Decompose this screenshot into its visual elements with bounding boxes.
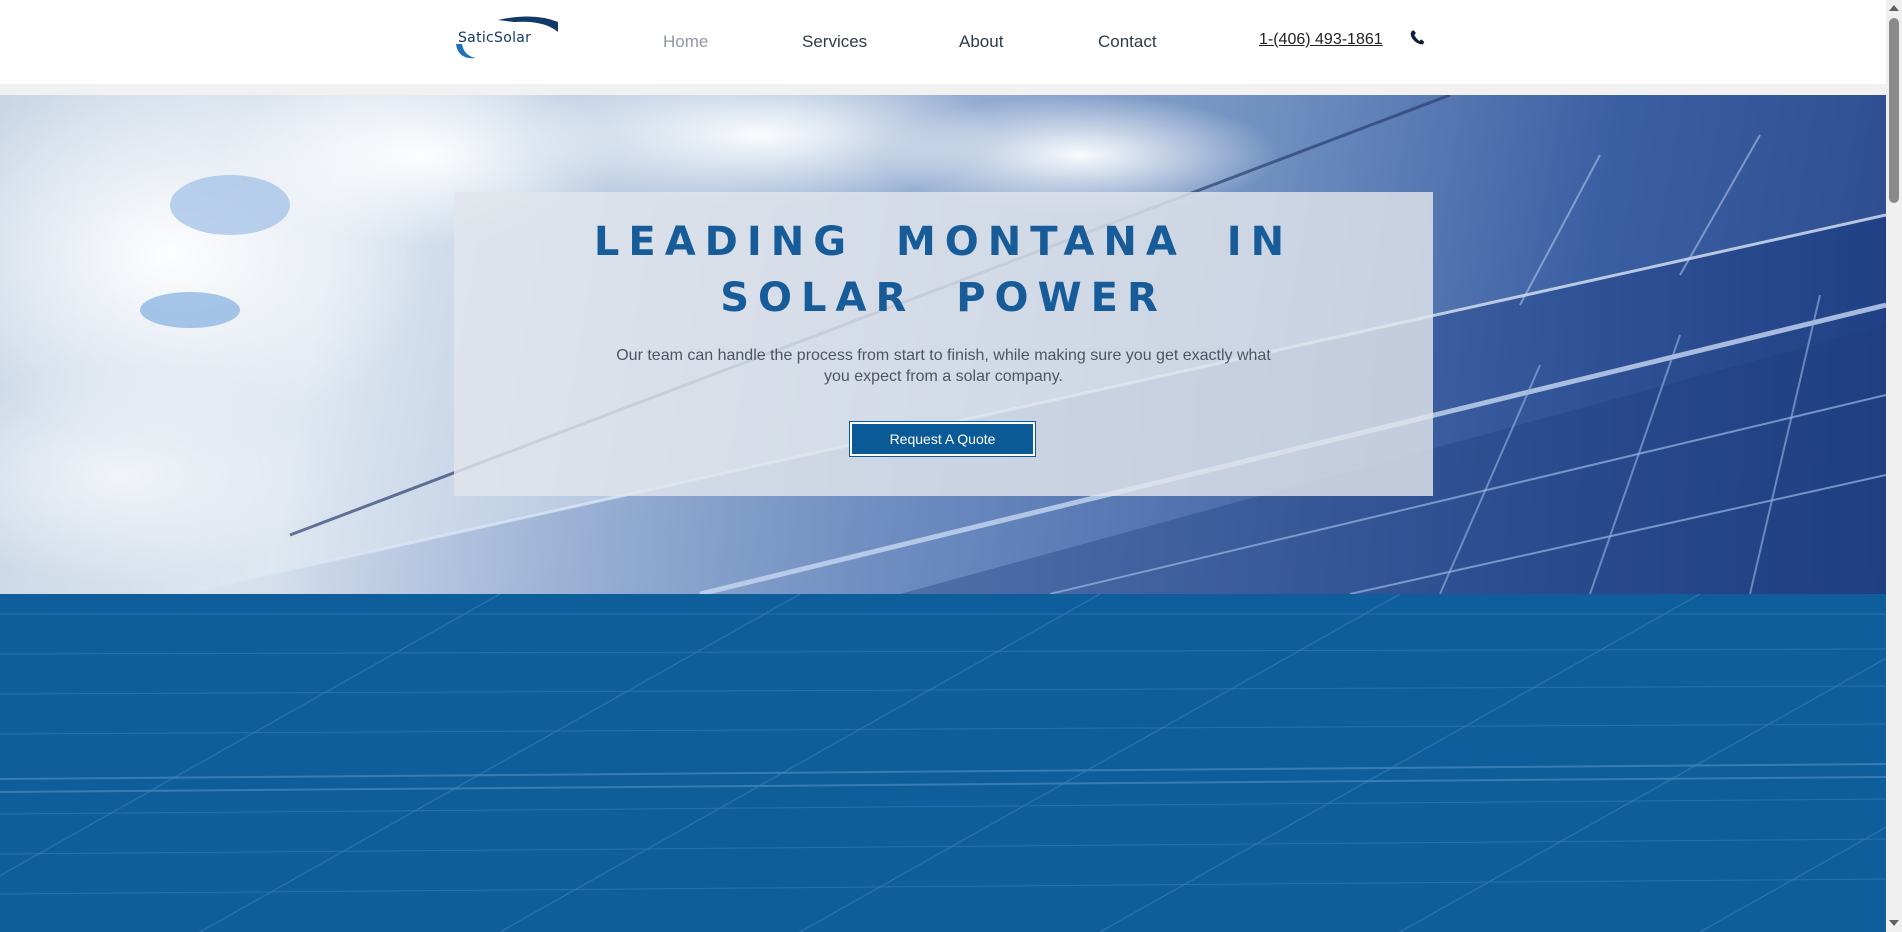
hero-card: LEADING MONTANA IN SOLAR POWER Our team … bbox=[454, 192, 1433, 496]
request-quote-button[interactable]: Request A Quote bbox=[850, 422, 1035, 456]
vertical-scrollbar[interactable] bbox=[1886, 0, 1902, 932]
site-header: SaticSolar Home Services About Contact 1… bbox=[0, 0, 1886, 84]
header-divider bbox=[0, 84, 1886, 95]
hero-section: LEADING MONTANA IN SOLAR POWER Our team … bbox=[0, 95, 1886, 594]
nav-contact[interactable]: Contact bbox=[1098, 32, 1157, 52]
solar-panel-background-image bbox=[0, 594, 1886, 932]
nav-about[interactable]: About bbox=[959, 32, 1003, 52]
logo[interactable]: SaticSolar bbox=[454, 14, 560, 62]
hero-title-line1: LEADING MONTANA IN bbox=[593, 219, 1294, 265]
nav-services[interactable]: Services bbox=[802, 32, 867, 52]
solar-panels-section bbox=[0, 594, 1886, 932]
scrollbar-thumb[interactable] bbox=[1889, 18, 1899, 203]
phone-icon[interactable] bbox=[1408, 28, 1428, 48]
phone-number-link[interactable]: 1-(406) 493-1861 bbox=[1259, 31, 1383, 49]
hero-title: LEADING MONTANA IN SOLAR POWER bbox=[454, 214, 1433, 326]
nav-home[interactable]: Home bbox=[663, 32, 708, 52]
hero-subtitle: Our team can handle the process from sta… bbox=[616, 347, 1271, 385]
scroll-up-icon[interactable] bbox=[1889, 5, 1899, 11]
logo-text: SaticSolar bbox=[458, 30, 532, 46]
hero-title-line2: SOLAR POWER bbox=[720, 275, 1167, 321]
scroll-down-icon[interactable] bbox=[1889, 920, 1899, 926]
